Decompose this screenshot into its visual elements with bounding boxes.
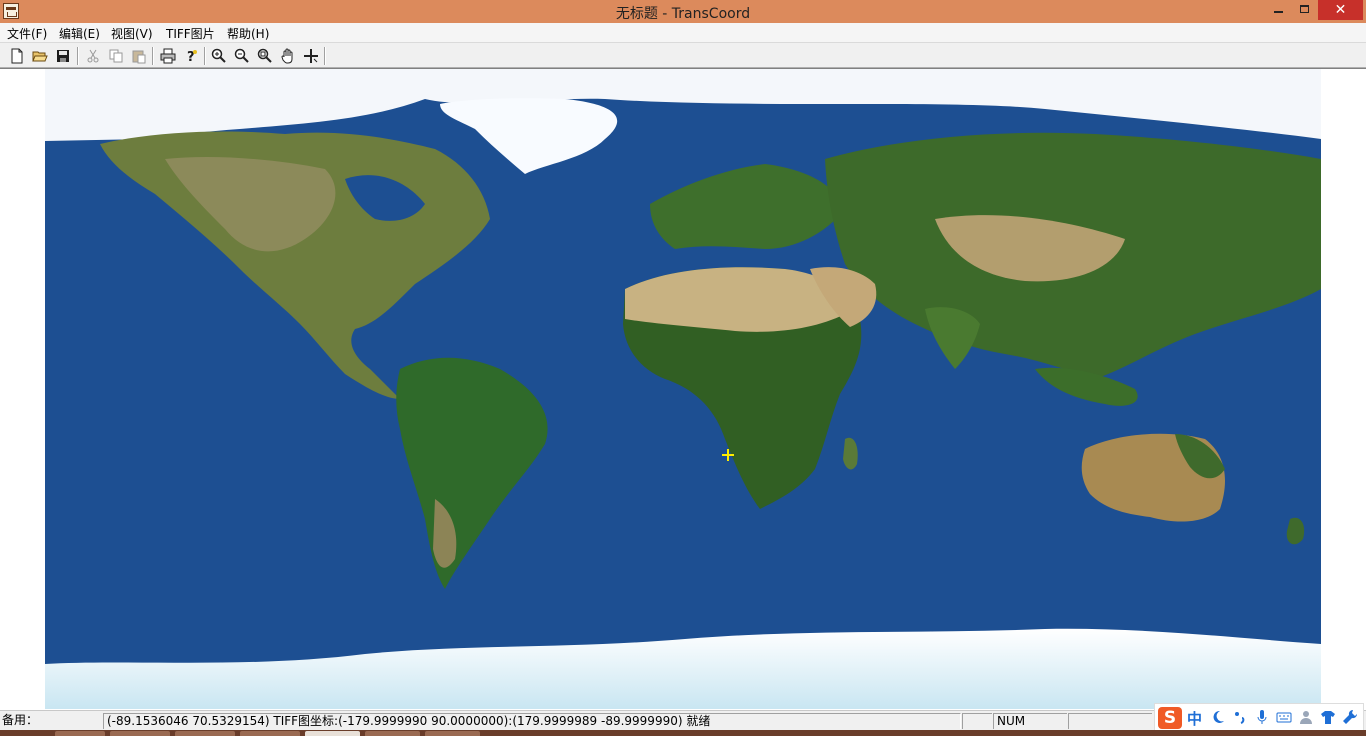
keyboard-icon[interactable] <box>1276 709 1292 725</box>
map-crosshair-marker <box>722 449 734 461</box>
status-cap-indicator <box>962 713 992 729</box>
menu-tiff[interactable]: TIFF图片 <box>166 25 215 42</box>
minimize-button[interactable] <box>1265 0 1291 20</box>
copy-icon <box>109 49 123 63</box>
punctuation-icon[interactable] <box>1232 709 1248 725</box>
skin-icon[interactable] <box>1320 709 1336 725</box>
zoom-fit-button[interactable] <box>255 46 275 66</box>
print-icon <box>160 48 176 64</box>
pan-button[interactable] <box>278 46 298 66</box>
menu-view[interactable]: 视图(V) <box>111 25 153 42</box>
map-canvas[interactable] <box>0 68 1366 710</box>
status-num-indicator: NUM <box>993 713 1067 729</box>
wrench-icon[interactable] <box>1342 709 1358 725</box>
open-folder-icon <box>32 51 48 62</box>
taskbar-button[interactable] <box>110 731 170 736</box>
new-file-button[interactable] <box>7 46 27 66</box>
restore-button[interactable] <box>1291 0 1317 20</box>
status-coordinates: (-89.1536046 70.5329154) TIFF图坐标:(-179.9… <box>103 713 961 729</box>
crosshair-tool-icon <box>304 49 318 63</box>
help-icon: ? <box>187 50 197 65</box>
taskbar-button[interactable] <box>55 731 105 736</box>
world-map-image[interactable] <box>45 69 1321 709</box>
cut-button[interactable] <box>83 46 103 66</box>
ime-toolbar[interactable]: S 中 <box>1154 703 1364 731</box>
save-icon <box>57 50 69 62</box>
menu-bar: 文件(F) 编辑(E) 视图(V) TIFF图片 帮助(H) <box>0 23 1366 43</box>
menu-help[interactable]: 帮助(H) <box>227 25 269 42</box>
new-file-icon <box>11 48 23 64</box>
paste-icon <box>132 50 146 64</box>
zoom-out-icon <box>234 48 249 63</box>
title-bar: 无标题 - TransCoord ✕ <box>0 0 1366 23</box>
taskbar <box>0 730 1366 736</box>
menu-edit[interactable]: 编辑(E) <box>59 25 100 42</box>
zoom-in-icon <box>211 48 226 63</box>
menu-file[interactable]: 文件(F) <box>7 25 47 42</box>
crosshair-tool-button[interactable] <box>301 46 321 66</box>
ime-mode-label[interactable]: 中 <box>1187 708 1202 729</box>
open-button[interactable] <box>30 46 50 66</box>
help-button[interactable]: ? <box>181 46 201 66</box>
copy-button[interactable] <box>106 46 126 66</box>
toolbar: ? <box>0 44 1366 68</box>
paste-button[interactable] <box>129 46 149 66</box>
pan-hand-icon <box>281 48 293 64</box>
zoom-fit-icon <box>257 48 272 63</box>
taskbar-button-active[interactable] <box>305 731 360 736</box>
status-scroll-indicator <box>1068 713 1152 729</box>
moon-icon[interactable] <box>1210 709 1226 725</box>
zoom-in-button[interactable] <box>209 46 229 66</box>
taskbar-button[interactable] <box>240 731 300 736</box>
taskbar-button[interactable] <box>175 731 235 736</box>
taskbar-button[interactable] <box>425 731 480 736</box>
user-icon[interactable] <box>1298 709 1314 725</box>
minimize-icon <box>1273 11 1283 13</box>
cut-icon <box>87 49 99 63</box>
microphone-icon[interactable] <box>1254 709 1270 725</box>
save-button[interactable] <box>53 46 73 66</box>
close-button[interactable]: ✕ <box>1318 0 1363 20</box>
zoom-out-button[interactable] <box>232 46 252 66</box>
sogou-logo-icon[interactable]: S <box>1158 707 1182 729</box>
taskbar-button[interactable] <box>365 731 420 736</box>
restore-icon <box>1299 5 1309 13</box>
world-map-drawing <box>45 69 1321 709</box>
window-title: 无标题 - TransCoord <box>615 6 751 22</box>
print-button[interactable] <box>158 46 178 66</box>
status-ready-label: 备用： <box>2 713 39 727</box>
